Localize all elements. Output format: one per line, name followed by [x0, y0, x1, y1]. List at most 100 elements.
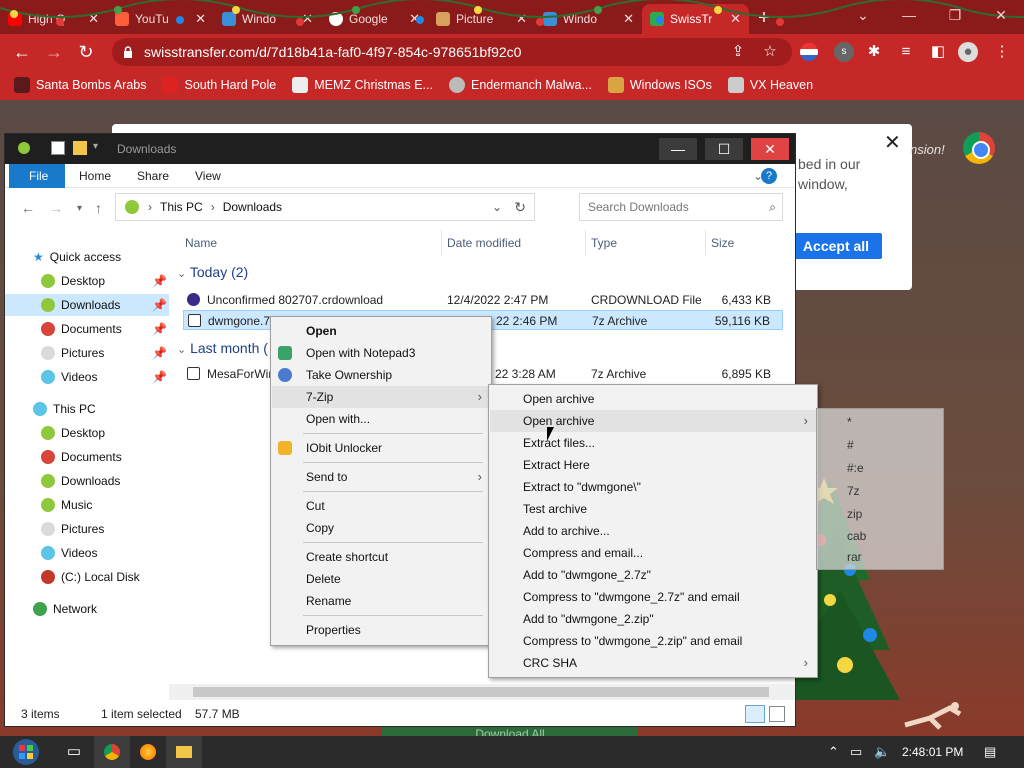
chrome-taskbar-icon[interactable] [94, 736, 130, 768]
nav-local-disk[interactable]: (C:) Local Disk [5, 566, 169, 588]
accept-all-button[interactable]: Accept all [790, 233, 882, 259]
browser-tab[interactable]: Google ✕ [321, 4, 428, 34]
extension-flag-icon[interactable] [800, 43, 818, 61]
menu-item-iobit-unlocker[interactable]: IObit Unlocker [272, 437, 490, 459]
share-icon[interactable]: ⇪ [728, 42, 748, 62]
menu-item-rar[interactable]: rar [847, 550, 862, 564]
new-folder-icon[interactable] [73, 141, 87, 155]
restore-button[interactable]: ❐ [932, 0, 978, 30]
close-icon[interactable]: ✕ [88, 11, 99, 27]
start-button[interactable] [8, 736, 44, 768]
browser-tab[interactable]: High Q ✕ [0, 4, 107, 34]
nav-downloads[interactable]: Downloads 📌 [5, 294, 169, 316]
column-date-modified[interactable]: Date modified [447, 236, 521, 250]
group-header-today[interactable]: ⌄ Today (2) [177, 264, 248, 280]
bookmark-item[interactable]: South Hard Pole [162, 77, 276, 93]
menu-item-7z[interactable]: 7z [847, 484, 860, 498]
extensions-puzzle-icon[interactable]: ✱ [864, 42, 884, 62]
close-icon[interactable]: ✕ [195, 11, 206, 27]
menu-item-compress-zip-email[interactable]: Compress to "dwmgone_2.zip" and email [490, 630, 816, 652]
bookmark-item[interactable]: MEMZ Christmas E... [292, 77, 433, 93]
close-icon[interactable]: ✕ [302, 11, 313, 27]
address-bar[interactable]: swisstransfer.com/d/7d18b41a-faf0-4f97-8… [112, 38, 792, 66]
column-divider[interactable] [585, 230, 586, 256]
forward-icon[interactable]: → [49, 200, 63, 216]
menu-item-add-to-7z[interactable]: Add to "dwmgone_2.7z" [490, 564, 816, 586]
refresh-icon[interactable]: ↻ [514, 199, 526, 216]
back-icon[interactable]: ← [21, 200, 35, 216]
column-size[interactable]: Size [711, 236, 734, 250]
nav-pictures[interactable]: Pictures 📌 [5, 342, 169, 364]
column-name[interactable]: Name [185, 236, 217, 250]
menu-item-rename[interactable]: Rename [272, 590, 490, 612]
menu-item-star[interactable]: * [847, 415, 852, 429]
notification-icon[interactable]: ▤ [984, 744, 996, 760]
file-explorer-taskbar-icon[interactable] [166, 736, 202, 768]
menu-item-add-to-archive[interactable]: Add to archive... [490, 520, 816, 542]
menu-item-hash[interactable]: # [847, 438, 854, 452]
nav-videos[interactable]: Videos 📌 [5, 366, 169, 388]
menu-item-open-archive[interactable]: Open archive [490, 388, 816, 410]
browser-tab[interactable]: Windo ✕ [214, 4, 321, 34]
search-input[interactable]: Search Downloads ⌕ [579, 193, 783, 221]
extension-s-icon[interactable]: s [834, 42, 854, 62]
up-icon[interactable]: ↑ [95, 200, 102, 216]
menu-item-compress-7z-email[interactable]: Compress to "dwmgone_2.7z" and email [490, 586, 816, 608]
chevron-down-icon[interactable]: ⌄ [492, 200, 502, 214]
breadcrumb-downloads[interactable]: Downloads [223, 200, 282, 214]
bookmark-item[interactable]: Windows ISOs [607, 77, 712, 93]
close-icon[interactable]: ✕ [516, 11, 527, 27]
new-tab-button[interactable]: + [749, 4, 779, 34]
bookmark-star-icon[interactable]: ☆ [760, 42, 780, 62]
forward-icon[interactable]: → [38, 36, 70, 68]
network-icon[interactable]: ▭ [850, 744, 862, 760]
nav-desktop[interactable]: Desktop 📌 [5, 270, 169, 292]
menu-item-copy[interactable]: Copy [272, 517, 490, 539]
close-window-button[interactable]: ✕ [978, 0, 1024, 30]
chevron-down-icon[interactable]: ▾ [93, 141, 107, 155]
nav-network[interactable]: Network [5, 598, 169, 620]
browser-tab[interactable]: Picture ✕ [428, 4, 535, 34]
reload-icon[interactable]: ↻ [70, 36, 102, 68]
explorer-address-bar[interactable]: › This PC › Downloads ⌄ ↻ [115, 193, 535, 221]
horizontal-scrollbar[interactable] [169, 684, 795, 700]
task-view-icon[interactable]: ▭ [56, 736, 92, 768]
clock[interactable]: 2:48:01 PM [902, 745, 963, 759]
close-icon[interactable]: ✕ [409, 11, 420, 27]
menu-item-extract-to[interactable]: Extract to "dwmgone\" [490, 476, 816, 498]
menu-item-add-to-zip[interactable]: Add to "dwmgone_2.zip" [490, 608, 816, 630]
browser-tab-active[interactable]: SwissTr ✕ [642, 4, 749, 34]
menu-item-delete[interactable]: Delete [272, 568, 490, 590]
minimize-button[interactable]: — [659, 138, 697, 160]
menu-kebab-icon[interactable]: ⋮ [992, 42, 1012, 62]
bookmark-item[interactable]: Santa Bombs Arabs [14, 77, 146, 93]
menu-item-open[interactable]: Open [272, 320, 490, 342]
menu-item-send-to[interactable]: Send to › [272, 466, 490, 488]
column-type[interactable]: Type [591, 236, 617, 250]
profile-avatar-icon[interactable]: ● [958, 42, 978, 62]
nav-this-pc[interactable]: This PC [5, 398, 169, 420]
close-icon[interactable]: ✕ [623, 11, 634, 27]
recent-locations-icon[interactable]: ▾ [77, 203, 82, 214]
tab-view[interactable]: View [183, 164, 233, 188]
group-header-last-month[interactable]: ⌄ Last month ( [177, 340, 268, 356]
menu-item-create-shortcut[interactable]: Create shortcut [272, 546, 490, 568]
menu-item-hash-e[interactable]: #:e [847, 461, 864, 475]
chevron-up-icon[interactable]: ⌃ [828, 744, 839, 760]
menu-item-7zip[interactable]: 7-Zip › [272, 386, 490, 408]
minimize-button[interactable]: — [886, 0, 932, 30]
column-divider[interactable] [705, 230, 706, 256]
menu-item-cut[interactable]: Cut [272, 495, 490, 517]
menu-item-test-archive[interactable]: Test archive [490, 498, 816, 520]
tab-search-icon[interactable]: ⌄ [840, 0, 886, 30]
tab-file[interactable]: File [9, 164, 65, 188]
menu-item-extract-here[interactable]: Extract Here [490, 454, 816, 476]
menu-item-properties[interactable]: Properties [272, 619, 490, 641]
menu-item-take-ownership[interactable]: Take Ownership [272, 364, 490, 386]
nav-pc-desktop[interactable]: Desktop [5, 422, 169, 444]
menu-item-open-with-notepad3[interactable]: Open with Notepad3 [272, 342, 490, 364]
scrollbar-thumb[interactable] [193, 687, 769, 697]
firefox-taskbar-icon[interactable] [130, 736, 166, 768]
nav-pc-pictures[interactable]: Pictures [5, 518, 169, 540]
nav-pc-videos[interactable]: Videos [5, 542, 169, 564]
